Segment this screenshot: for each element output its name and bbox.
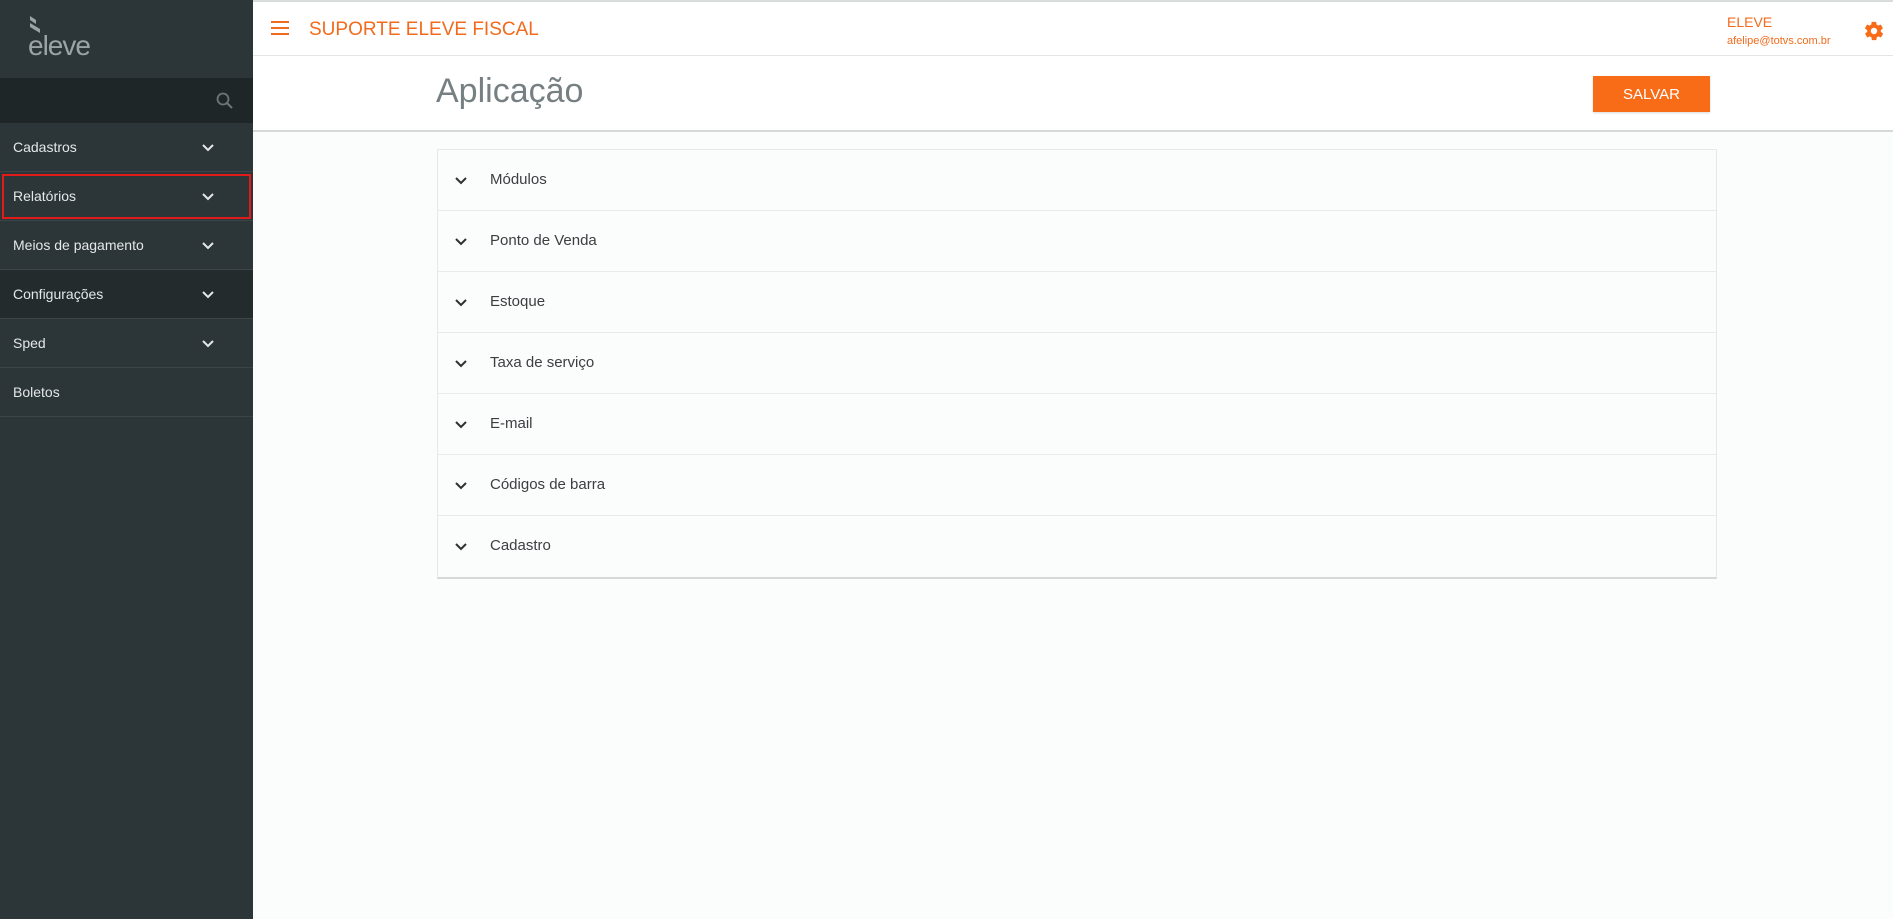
search-icon[interactable] xyxy=(215,91,235,111)
chevron-down-icon xyxy=(202,144,214,152)
sidebar: eleve Cadastros Relatórios Meios de paga… xyxy=(0,0,253,919)
accordion-item-label: Códigos de barra xyxy=(490,476,606,493)
accordion-item-label: Estoque xyxy=(490,293,546,310)
chevron-down-icon xyxy=(455,543,467,551)
chevron-down-icon xyxy=(455,421,467,429)
accordion-item-taxa-de-servico[interactable]: Taxa de serviço xyxy=(438,333,1716,394)
chevron-down-icon xyxy=(455,482,467,490)
eleve-logo[interactable]: eleve xyxy=(22,14,112,64)
sidebar-item-label: Meios de pagamento xyxy=(13,237,144,253)
sidebar-item-configuracoes[interactable]: Configurações xyxy=(0,270,253,319)
accordion-item-label: Módulos xyxy=(490,171,547,188)
save-button[interactable]: SALVAR xyxy=(1593,76,1710,112)
accordion-item-label: Taxa de serviço xyxy=(490,354,595,371)
logo-text: eleve xyxy=(28,30,91,61)
accordion-item-label: Cadastro xyxy=(490,537,551,554)
sidebar-item-label: Sped xyxy=(13,335,46,351)
chevron-down-icon xyxy=(202,340,214,348)
sidebar-item-label: Cadastros xyxy=(13,139,77,155)
accordion-item-estoque[interactable]: Estoque xyxy=(438,272,1716,333)
accordion-item-email[interactable]: E-mail xyxy=(438,394,1716,455)
sidebar-item-label: Boletos xyxy=(13,384,60,400)
chevron-down-icon xyxy=(455,238,467,246)
user-name[interactable]: ELEVE xyxy=(1727,14,1772,30)
chevron-down-icon xyxy=(202,242,214,250)
accordion-item-label: Ponto de Venda xyxy=(490,232,597,249)
sidebar-search[interactable] xyxy=(0,78,253,123)
page-title: Aplicação xyxy=(436,72,584,110)
accordion-item-codigos-de-barra[interactable]: Códigos de barra xyxy=(438,455,1716,516)
chevron-down-icon xyxy=(455,299,467,307)
sidebar-item-label: Relatórios xyxy=(13,188,77,204)
sidebar-menu: Cadastros Relatórios Meios de pagamento … xyxy=(0,123,253,417)
sidebar-item-boletos[interactable]: Boletos xyxy=(0,368,253,417)
sidebar-item-label: Configurações xyxy=(13,286,104,302)
accordion-item-cadastro[interactable]: Cadastro xyxy=(438,516,1716,577)
page-header: Aplicação SALVAR xyxy=(253,56,1893,132)
user-email: afelipe@totvs.com.br xyxy=(1727,35,1831,47)
chevron-down-icon xyxy=(455,360,467,368)
gear-icon[interactable] xyxy=(1863,20,1885,42)
accordion-item-modulos[interactable]: Módulos xyxy=(438,150,1716,211)
chevron-down-icon xyxy=(455,177,467,185)
chevron-down-icon xyxy=(202,193,214,201)
sidebar-item-sped[interactable]: Sped xyxy=(0,319,253,368)
sidebar-item-relatorios[interactable]: Relatórios xyxy=(0,172,253,221)
accordion-item-label: E-mail xyxy=(490,415,533,432)
chevron-down-icon xyxy=(202,291,214,299)
sidebar-item-cadastros[interactable]: Cadastros xyxy=(0,123,253,172)
hamburger-icon[interactable] xyxy=(271,21,289,35)
accordion-item-ponto-de-venda[interactable]: Ponto de Venda xyxy=(438,211,1716,272)
top-bar: SUPORTE ELEVE FISCAL ELEVE afelipe@totvs… xyxy=(253,0,1893,56)
sidebar-item-meios-de-pagamento[interactable]: Meios de pagamento xyxy=(0,221,253,270)
settings-accordion: Módulos Ponto de Venda Estoque Taxa de s… xyxy=(437,149,1717,579)
app-title: SUPORTE ELEVE FISCAL xyxy=(309,19,539,40)
